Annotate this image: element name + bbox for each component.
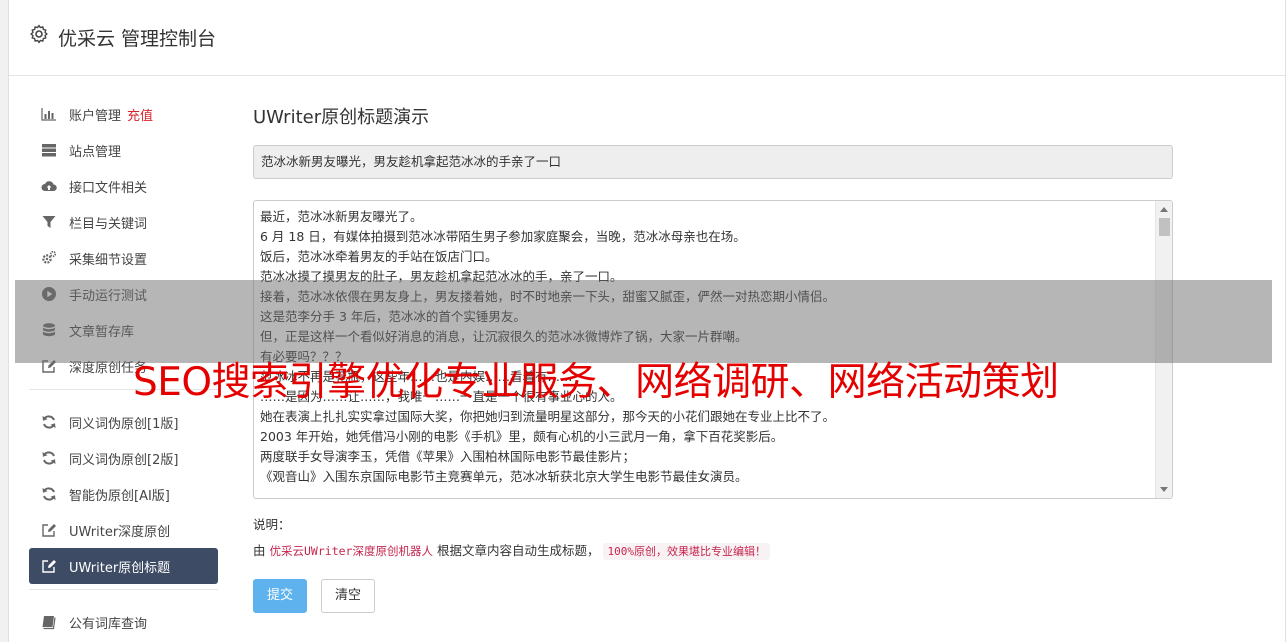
note-label: 说明： bbox=[253, 517, 291, 532]
page-header: 优采云 管理控制台 bbox=[9, 0, 1285, 76]
refresh-icon bbox=[40, 450, 57, 467]
section-heading: UWriter原创标题演示 bbox=[253, 107, 430, 128]
sidebar-item-label: 接口文件相关 bbox=[69, 180, 148, 196]
sidebar-item-label: 智能伪原创[AI版] bbox=[69, 488, 170, 504]
sidebar-item-label: 栏目与关键词 bbox=[69, 216, 148, 232]
refresh-icon bbox=[40, 486, 57, 503]
sidebar-item-label: 公有词库查询 bbox=[69, 616, 148, 632]
note-robot-name: 优采云UWriter深度原创机器人 bbox=[269, 544, 433, 558]
sidebar-item-label: UWriter原创标题 bbox=[69, 560, 171, 576]
scroll-down-arrow-icon[interactable] bbox=[1160, 487, 1168, 492]
note-middle: 根据文章内容自动生成标题， bbox=[436, 543, 600, 558]
gear-icon bbox=[30, 24, 48, 44]
sidebar-divider bbox=[29, 589, 218, 590]
sidebar-item-label: 同义词伪原创[2版] bbox=[69, 452, 179, 468]
seo-banner-text: SEO搜索引擎优化专业服务、网络调研、网络活动策划 bbox=[133, 360, 1059, 405]
sidebar-item-account[interactable]: 账户管理 充值 bbox=[29, 96, 218, 132]
sidebar-item-label: 账户管理 bbox=[69, 108, 122, 124]
sidebar-item-interface-files[interactable]: 接口文件相关 bbox=[29, 168, 218, 204]
note-prefix: 由 bbox=[253, 543, 266, 558]
article-line: 最近，范冰冰新男友曝光了。 bbox=[260, 209, 423, 224]
sidebar-item-columns-keywords[interactable]: 栏目与关键词 bbox=[29, 204, 218, 240]
article-line: 2003 年开始，她凭借冯小刚的电影《手机》里，颇有心机的小三武月一角，拿下百花… bbox=[260, 429, 784, 444]
scrollbar-thumb[interactable] bbox=[1159, 218, 1170, 236]
sidebar-item-synonym-v2[interactable]: 同义词伪原创[2版] bbox=[29, 440, 218, 476]
clear-button[interactable]: 清空 bbox=[321, 579, 375, 613]
edit-icon bbox=[40, 558, 57, 575]
edit-icon bbox=[40, 522, 57, 539]
sidebar-item-public-lexicon[interactable]: 公有词库查询 bbox=[29, 604, 218, 640]
article-line: 两度联手女导演李玉，凭借《苹果》入围柏林国际电影节最佳影片； bbox=[260, 449, 636, 464]
sidebar-item-uwriter-title[interactable]: UWriter原创标题 bbox=[29, 548, 218, 584]
sidebar-item-label: 站点管理 bbox=[69, 144, 122, 160]
sidebar-item-uwriter-deep[interactable]: UWriter深度原创 bbox=[29, 512, 218, 548]
scroll-up-arrow-icon[interactable] bbox=[1160, 207, 1168, 212]
sidebar-item-smart-ai[interactable]: 智能伪原创[AI版] bbox=[29, 476, 218, 512]
submit-button[interactable]: 提交 bbox=[253, 579, 307, 613]
filter-icon bbox=[40, 214, 57, 231]
cogs-icon bbox=[40, 250, 57, 267]
note-highlight: 100%原创，效果堪比专业编辑！ bbox=[603, 543, 770, 560]
title-output-field[interactable]: 范冰冰新男友曝光，男友趁机拿起范冰冰的手亲了一口 bbox=[253, 145, 1173, 179]
sidebar-item-label: UWriter深度原创 bbox=[69, 524, 171, 540]
page-title: 优采云 管理控制台 bbox=[58, 28, 217, 50]
refresh-icon bbox=[40, 414, 57, 431]
article-line: 饭后，范冰冰牵着男友的手站在饭店门口。 bbox=[260, 249, 498, 264]
bar-chart-icon bbox=[40, 106, 57, 123]
note-text: 由 优采云UWriter深度原创机器人 根据文章内容自动生成标题， 100%原创… bbox=[253, 540, 1173, 562]
cloud-upload-icon bbox=[40, 178, 57, 195]
sidebar-item-label: 采集细节设置 bbox=[69, 252, 148, 268]
article-line: 《观音山》入围东京国际电影节主竞赛单元，范冰冰斩获北京大学生电影节最佳女演员。 bbox=[260, 469, 748, 484]
sidebar-item-collection-settings[interactable]: 采集细节设置 bbox=[29, 240, 218, 276]
book-icon bbox=[40, 614, 57, 631]
server-icon bbox=[40, 142, 57, 159]
overlay-band bbox=[15, 280, 1272, 363]
article-line: 6 月 18 日，有媒体拍摄到范冰冰带陌生男子参加家庭聚会，当晚，范冰冰母亲也在… bbox=[260, 229, 746, 244]
sidebar-item-sites[interactable]: 站点管理 bbox=[29, 132, 218, 168]
sidebar-item-label: 同义词伪原创[1版] bbox=[69, 416, 179, 432]
form-buttons: 提交 清空 bbox=[253, 579, 1173, 613]
recharge-link[interactable]: 充值 bbox=[127, 105, 153, 124]
